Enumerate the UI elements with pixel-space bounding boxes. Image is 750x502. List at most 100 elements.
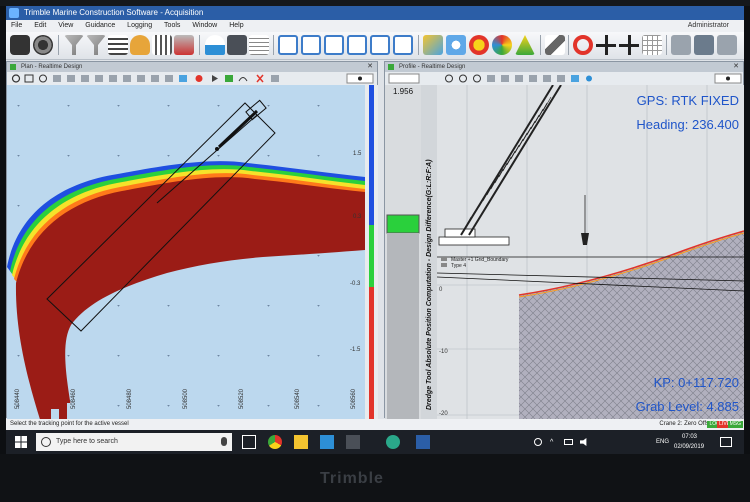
menu-logging[interactable]: Logging bbox=[122, 20, 157, 32]
filter-icon[interactable] bbox=[64, 35, 84, 55]
plan-view-header: Plan - Realtime Design ✕ bbox=[7, 62, 377, 72]
menu-edit[interactable]: Edit bbox=[29, 20, 51, 32]
target-add-icon[interactable] bbox=[619, 35, 639, 55]
zoom-icon bbox=[445, 74, 453, 83]
clock-time[interactable]: 07:03 bbox=[682, 433, 697, 442]
zoom-out-icon bbox=[473, 74, 481, 83]
save-icon[interactable] bbox=[717, 35, 737, 55]
kp-readout: KP: 0+117.720 bbox=[654, 375, 739, 390]
profile-toolbar-icons[interactable] bbox=[385, 72, 744, 85]
toolbar-separator bbox=[58, 35, 59, 55]
layout-2-icon[interactable] bbox=[347, 35, 367, 55]
menu-help[interactable]: Help bbox=[224, 20, 248, 32]
grid-icon[interactable] bbox=[642, 35, 662, 55]
save-icon[interactable] bbox=[671, 35, 691, 55]
chrome-icon[interactable] bbox=[268, 435, 282, 449]
list-icon[interactable] bbox=[249, 35, 269, 55]
scale-label: 0.3 bbox=[353, 214, 362, 220]
plan-map[interactable]: 508440 508460 508480 508500 508520 50854… bbox=[7, 85, 365, 419]
section-icon bbox=[543, 75, 551, 82]
weather-icon[interactable] bbox=[446, 35, 466, 55]
camera-icon[interactable] bbox=[10, 35, 30, 55]
layout-icon[interactable] bbox=[301, 35, 321, 55]
alert-icon[interactable] bbox=[515, 35, 535, 55]
track-icon bbox=[109, 75, 117, 82]
chevron-up-icon[interactable]: ^ bbox=[550, 439, 553, 446]
menu-window[interactable]: Window bbox=[187, 20, 222, 32]
notifications-icon[interactable] bbox=[720, 437, 732, 447]
filter-icon[interactable] bbox=[86, 35, 106, 55]
user-name[interactable]: Administrator bbox=[683, 20, 734, 32]
taskbar-search-input[interactable]: Type here to search bbox=[36, 433, 232, 451]
plan-toolbar-icons[interactable] bbox=[7, 72, 379, 85]
app-icon[interactable] bbox=[346, 435, 360, 449]
depth-gauge-below bbox=[387, 233, 419, 419]
sliders-icon[interactable] bbox=[108, 35, 128, 55]
x-tick-label: 508460 bbox=[71, 388, 77, 409]
clear-icon bbox=[256, 74, 264, 83]
window-title-bar: Trimble Marine Construction Software - A… bbox=[6, 6, 744, 20]
target-add-icon[interactable] bbox=[596, 35, 616, 55]
x-tick-label: 508440 bbox=[15, 388, 21, 409]
toolbar-separator bbox=[540, 35, 541, 55]
calculator-icon[interactable] bbox=[227, 35, 247, 55]
status-bar: Select the tracking point for the active… bbox=[6, 419, 744, 430]
link-icon[interactable] bbox=[545, 35, 565, 55]
pane-options-icon bbox=[358, 76, 362, 81]
menu-view[interactable]: View bbox=[53, 20, 78, 32]
grid-toggle-icon bbox=[151, 75, 159, 82]
network-icon[interactable] bbox=[564, 439, 573, 445]
people-icon[interactable] bbox=[534, 438, 542, 446]
menu-tools[interactable]: Tools bbox=[159, 20, 185, 32]
profile-view-pane: Profile - Realtime Design ✕ 1.956 Dredge… bbox=[384, 61, 744, 419]
toolbar-separator bbox=[199, 35, 200, 55]
scale-segment-red bbox=[369, 287, 374, 419]
boat-icon[interactable] bbox=[205, 35, 225, 55]
layout-1-icon[interactable] bbox=[324, 35, 344, 55]
close-pane-icon[interactable]: ✕ bbox=[367, 62, 373, 72]
reel-icon[interactable] bbox=[33, 35, 53, 55]
acquisition-app-icon[interactable] bbox=[416, 435, 430, 449]
windows-start-icon[interactable] bbox=[14, 435, 28, 449]
mail-icon[interactable] bbox=[320, 435, 334, 449]
language-indicator[interactable]: ENG bbox=[656, 430, 669, 454]
file-explorer-icon[interactable] bbox=[294, 435, 308, 449]
toolbar-separator bbox=[568, 35, 569, 55]
color-scale-bar bbox=[365, 85, 378, 419]
sliders-icon[interactable] bbox=[152, 35, 172, 55]
task-view-icon[interactable] bbox=[242, 435, 256, 449]
clock-date[interactable]: 02/09/2019 bbox=[674, 443, 704, 452]
depth-gauge-level bbox=[386, 214, 420, 234]
profile-chart-canvas[interactable]: 1.956 Dredge Tool Absolute Position Comp… bbox=[385, 85, 744, 419]
menu-file[interactable]: File bbox=[6, 20, 27, 32]
weather-icon[interactable] bbox=[423, 35, 443, 55]
bell-icon[interactable] bbox=[130, 35, 150, 55]
search-icon bbox=[41, 437, 51, 447]
plan-map-canvas[interactable]: 508440 508460 508480 508500 508520 50854… bbox=[7, 85, 365, 419]
pan-icon bbox=[487, 75, 495, 82]
menu-guidance[interactable]: Guidance bbox=[80, 20, 120, 32]
sun-icon[interactable] bbox=[469, 35, 489, 55]
usb-icon[interactable] bbox=[174, 35, 194, 55]
volume-icon[interactable] bbox=[580, 438, 587, 446]
zoom-out-icon bbox=[39, 74, 47, 83]
screen: Trimble Marine Construction Software - A… bbox=[6, 6, 744, 454]
y-tick-label: -10 bbox=[439, 349, 448, 355]
close-pane-icon[interactable]: ✕ bbox=[733, 62, 739, 72]
microphone-icon[interactable] bbox=[221, 437, 227, 446]
layout-icon[interactable] bbox=[278, 35, 298, 55]
trimble-app-icon[interactable] bbox=[386, 435, 400, 449]
scale-segment-blue bbox=[369, 85, 374, 225]
save-icon[interactable] bbox=[694, 35, 714, 55]
palette-icon[interactable] bbox=[492, 35, 512, 55]
pan-icon bbox=[53, 75, 61, 82]
pane-status-icon bbox=[10, 64, 16, 70]
profile-chart[interactable]: 1.956 Dredge Tool Absolute Position Comp… bbox=[385, 85, 744, 419]
profile-axis-label: Dredge Tool Absolute Position Computatio… bbox=[426, 159, 433, 410]
lifebuoy-icon[interactable] bbox=[573, 35, 593, 55]
x-tick-label: 508500 bbox=[183, 388, 189, 409]
layout-4-icon[interactable] bbox=[393, 35, 413, 55]
extent-icon bbox=[67, 75, 75, 82]
layout-3-icon[interactable] bbox=[370, 35, 390, 55]
scale-label: -1.5 bbox=[350, 347, 361, 353]
